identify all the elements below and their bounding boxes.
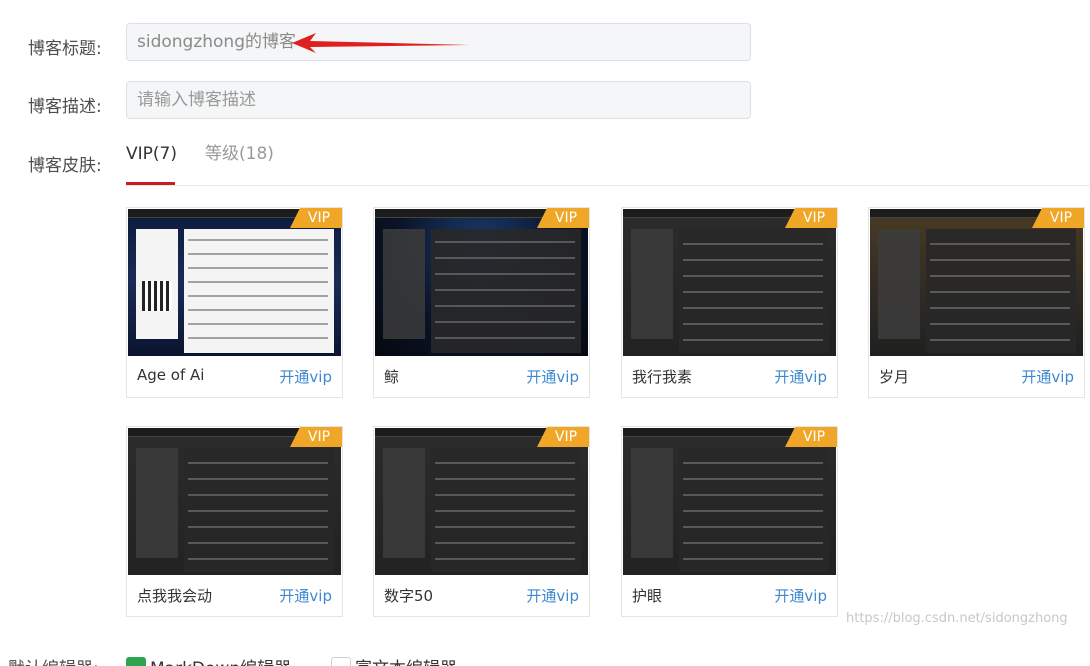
skin-name: 我行我素 bbox=[632, 368, 693, 386]
richtext-editor-checkbox[interactable] bbox=[331, 657, 351, 666]
blog-skin-label: 博客皮肤: bbox=[28, 156, 102, 176]
skin-name: 护眼 bbox=[632, 587, 663, 605]
red-arrow-icon bbox=[292, 33, 470, 53]
skin-name: 数字50 bbox=[384, 587, 434, 605]
skin-thumbnail bbox=[128, 428, 341, 575]
skin-thumbnail bbox=[623, 428, 836, 575]
open-vip-link[interactable]: 开通vip bbox=[774, 366, 827, 387]
skin-card-whale[interactable]: VIP 鲸 开通vip bbox=[373, 207, 590, 398]
markdown-editor-checkbox[interactable] bbox=[126, 657, 146, 666]
open-vip-link[interactable]: 开通vip bbox=[774, 585, 827, 606]
blog-desc-label: 博客描述: bbox=[28, 97, 102, 117]
tab-divider bbox=[126, 185, 1090, 186]
skin-card-age-of-ai[interactable]: VIP Age of Ai 开通vip bbox=[126, 207, 343, 398]
skin-thumbnail bbox=[623, 209, 836, 356]
watermark-text: https://blog.csdn.net/sidongzhong bbox=[846, 611, 1068, 626]
markdown-editor-label: MarkDown编辑器 bbox=[150, 654, 291, 666]
tab-level[interactable]: 等级(18) bbox=[205, 143, 274, 165]
skin-name: Age of Ai bbox=[137, 366, 205, 384]
skin-name: 岁月 bbox=[879, 368, 910, 386]
skin-thumbnail bbox=[375, 209, 588, 356]
blog-title-label: 博客标题: bbox=[28, 39, 102, 59]
open-vip-link[interactable]: 开通vip bbox=[526, 585, 579, 606]
open-vip-link[interactable]: 开通vip bbox=[279, 585, 332, 606]
skin-name: 点我我会动 bbox=[137, 587, 213, 605]
skin-card-click-me[interactable]: VIP 点我我会动 开通vip bbox=[126, 426, 343, 617]
open-vip-link[interactable]: 开通vip bbox=[279, 366, 332, 387]
skin-thumbnail bbox=[128, 209, 341, 356]
skin-thumbnail bbox=[870, 209, 1083, 356]
skin-card-years[interactable]: VIP 岁月 开通vip bbox=[868, 207, 1085, 398]
skin-name: 鲸 bbox=[384, 368, 400, 386]
blog-desc-input[interactable]: 请输入博客描述 bbox=[126, 81, 751, 119]
open-vip-link[interactable]: 开通vip bbox=[1021, 366, 1074, 387]
tab-vip[interactable]: VIP(7) bbox=[126, 143, 177, 165]
richtext-editor-label: 富文本编辑器 bbox=[355, 654, 457, 666]
open-vip-link[interactable]: 开通vip bbox=[526, 366, 579, 387]
default-editor-label: 默认编辑器: bbox=[8, 654, 99, 666]
skin-card-eye-care[interactable]: VIP 护眼 开通vip bbox=[621, 426, 838, 617]
skin-card-my-way[interactable]: VIP 我行我素 开通vip bbox=[621, 207, 838, 398]
skin-card-digital-50[interactable]: VIP 数字50 开通vip bbox=[373, 426, 590, 617]
skin-thumbnail bbox=[375, 428, 588, 575]
